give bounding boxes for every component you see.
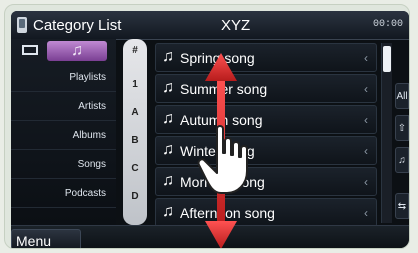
alpha-index-bar[interactable]: # 1 A B C D xyxy=(123,39,147,225)
music-note-icon: ♫ xyxy=(162,48,174,65)
index-d[interactable]: D xyxy=(123,191,147,202)
side-buttons: All ⇧ ♫ ⇆ xyxy=(395,83,409,223)
menu-button[interactable]: Menu xyxy=(11,229,81,248)
chevron-left-icon: ‹ xyxy=(364,175,368,189)
list-item[interactable]: ♫ Autumn song ‹ xyxy=(155,105,377,134)
index-c[interactable]: C xyxy=(123,163,147,174)
scrollbar-thumb[interactable] xyxy=(383,46,391,72)
list-item[interactable]: ♫ Morning song ‹ xyxy=(155,167,377,196)
media-tabs: ♫ xyxy=(11,39,116,61)
category-songs[interactable]: Songs xyxy=(11,150,116,179)
screen: Category List XYZ 00:00 ♫ Playlists Arti… xyxy=(11,11,409,248)
chevron-left-icon: ‹ xyxy=(364,113,368,127)
music-note-button[interactable]: ♫ xyxy=(395,147,409,173)
music-note-icon: ♫ xyxy=(162,203,174,220)
category-podcasts[interactable]: Podcasts xyxy=(11,179,116,208)
top-level-button[interactable]: ⇧ xyxy=(395,115,409,141)
list-scrollbar[interactable] xyxy=(381,43,392,223)
index-a[interactable]: A xyxy=(123,107,147,118)
chevron-left-icon: ‹ xyxy=(364,51,368,65)
device-frame: Category List XYZ 00:00 ♫ Playlists Arti… xyxy=(4,4,410,249)
list-item[interactable]: ♫ Summer song ‹ xyxy=(155,74,377,103)
category-list: Playlists Artists Albums Songs Podcasts xyxy=(11,63,116,208)
hand-pointer-icon xyxy=(197,125,248,194)
page-title: Category List xyxy=(33,17,122,34)
category-artists[interactable]: Artists xyxy=(11,92,116,121)
device-icon xyxy=(17,17,27,33)
music-tab[interactable]: ♫ xyxy=(47,41,107,61)
index-1[interactable]: 1 xyxy=(123,79,147,90)
list-item[interactable]: ♫ Afternoon song ‹ xyxy=(155,198,377,227)
chevron-left-icon: ‹ xyxy=(364,206,368,220)
list-item[interactable]: ♫ Winter song ‹ xyxy=(155,136,377,165)
category-playlists[interactable]: Playlists xyxy=(11,63,116,92)
music-note-icon: ♫ xyxy=(162,172,174,189)
music-note-icon: ♫ xyxy=(162,141,174,158)
video-tab[interactable] xyxy=(19,43,43,59)
index-hash[interactable]: # xyxy=(123,45,147,56)
song-list: ♫ Spring song ‹ ♫ Summer song ‹ ♫ Autumn… xyxy=(155,43,377,229)
source-name: XYZ xyxy=(221,17,251,34)
music-note-icon: ♫ xyxy=(71,42,83,59)
clock: 00:00 xyxy=(372,19,403,30)
index-b[interactable]: B xyxy=(123,135,147,146)
return-button[interactable]: ⇆ xyxy=(395,193,409,219)
video-icon xyxy=(22,45,38,55)
chevron-left-icon: ‹ xyxy=(364,144,368,158)
music-note-icon: ♫ xyxy=(162,110,174,127)
top-bar: Category List XYZ 00:00 xyxy=(11,11,409,40)
category-albums[interactable]: Albums xyxy=(11,121,116,150)
music-note-icon: ♫ xyxy=(162,79,174,96)
all-button[interactable]: All xyxy=(395,83,409,109)
list-item[interactable]: ♫ Spring song ‹ xyxy=(155,43,377,72)
chevron-left-icon: ‹ xyxy=(364,82,368,96)
swipe-gesture-overlay xyxy=(197,53,248,248)
category-panel: ♫ Playlists Artists Albums Songs Podcast… xyxy=(11,39,116,225)
